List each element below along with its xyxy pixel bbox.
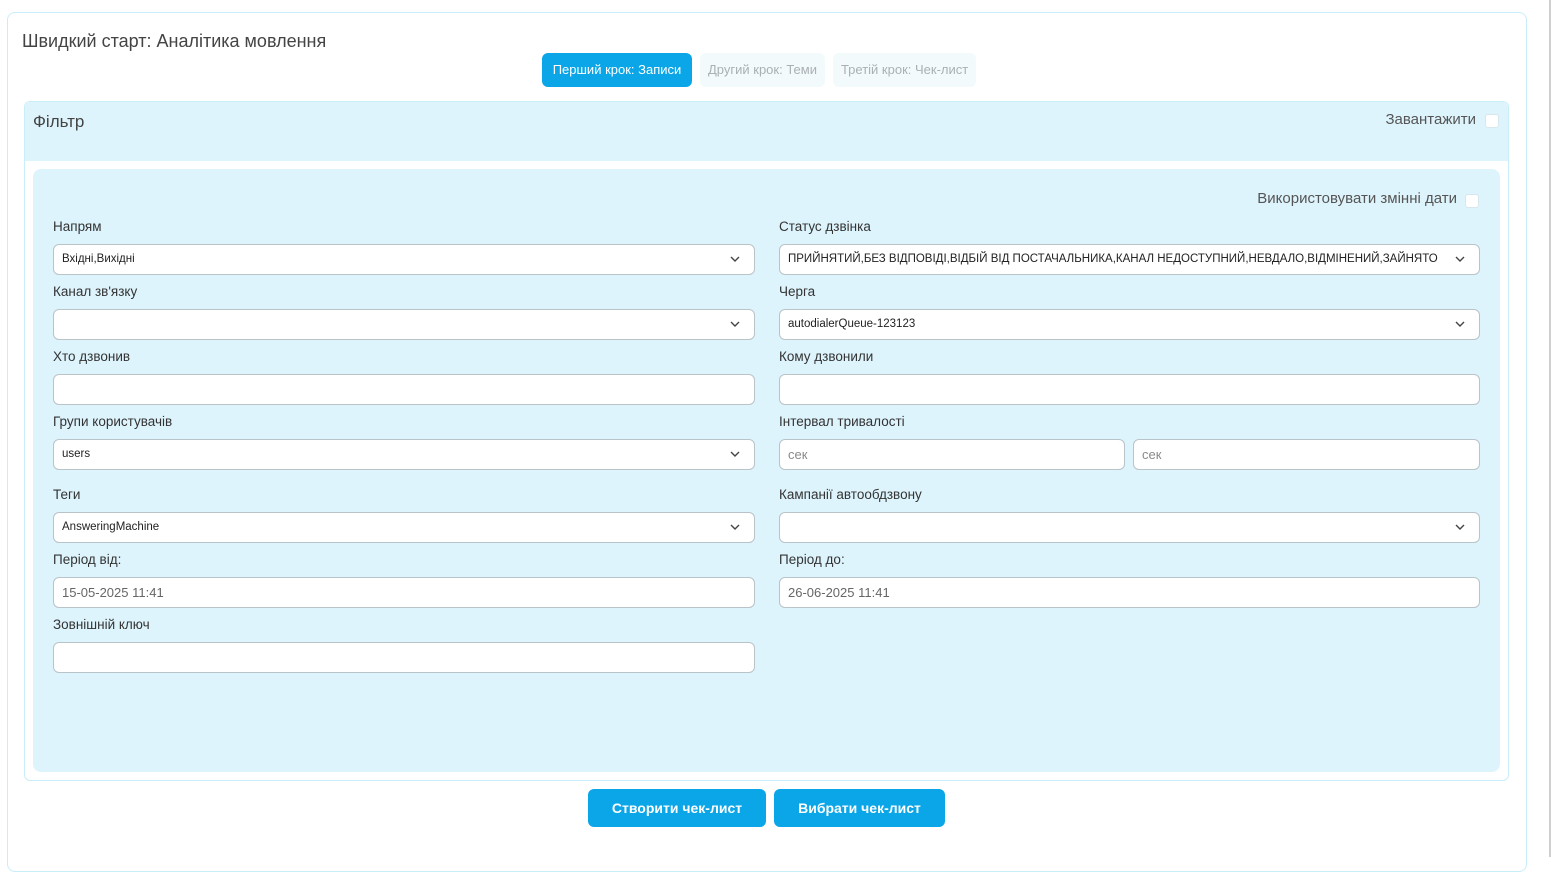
call-status-value: ПРИЙНЯТИЙ,БЕЗ ВІДПОВІДІ,ВІДБІЙ ВІД ПОСТА…: [788, 253, 1438, 265]
load-checkbox[interactable]: [1485, 114, 1499, 128]
step-topics-tab[interactable]: Другий крок: Теми: [700, 53, 825, 87]
use-dates-checkbox[interactable]: [1465, 194, 1479, 208]
period-to-label: Період до:: [779, 552, 845, 567]
queue-label: Черга: [779, 284, 816, 299]
duration-to-input[interactable]: сек: [1133, 439, 1480, 470]
external-key-label: Зовнішній ключ: [53, 617, 150, 632]
step-records-tab[interactable]: Перший крок: Записи: [542, 53, 692, 87]
duration-from-input[interactable]: сек: [779, 439, 1125, 470]
filter-header: Фільтр Завантажити: [25, 102, 1508, 161]
period-to-input[interactable]: 26-06-2025 11:41: [779, 577, 1480, 608]
user-groups-select[interactable]: users: [53, 439, 755, 470]
period-from-input[interactable]: 15-05-2025 11:41: [53, 577, 755, 608]
chevron-down-icon: [730, 451, 740, 457]
tags-value: AnsweringMachine: [62, 521, 160, 533]
direction-select[interactable]: Вхідні,Вихідні: [53, 244, 755, 275]
campaigns-label: Кампанії автообдзвону: [779, 487, 922, 502]
chevron-down-icon: [730, 524, 740, 530]
direction-label: Напрям: [53, 219, 102, 234]
user-groups-label: Групи користувачів: [53, 414, 173, 429]
page-title: Швидкий старт: Аналітика мовлення: [22, 31, 327, 51]
choose-checklist-button[interactable]: Вибрати чек-лист: [774, 789, 945, 827]
caller-input[interactable]: [53, 374, 755, 405]
caller-label: Хто дзвонив: [53, 349, 131, 364]
chevron-down-icon: [1455, 524, 1465, 530]
queue-select[interactable]: autodialerQueue-123123: [779, 309, 1480, 340]
tags-label: Теги: [53, 487, 81, 502]
tags-select[interactable]: AnsweringMachine: [53, 512, 755, 543]
create-checklist-button[interactable]: Створити чек-лист: [588, 789, 766, 827]
filter-title: Фільтр: [33, 112, 85, 131]
direction-value: Вхідні,Вихідні: [62, 253, 135, 265]
step-checklist-tab[interactable]: Третій крок: Чек-лист: [832, 53, 977, 87]
wizard-steps: Перший крок: Записи Другий крок: Теми Тр…: [542, 53, 977, 87]
filter-card: Фільтр Завантажити Використовувати змінн…: [24, 101, 1509, 781]
channel-select[interactable]: [53, 309, 755, 340]
call-status-select[interactable]: ПРИЙНЯТИЙ,БЕЗ ВІДПОВІДІ,ВІДБІЙ ВІД ПОСТА…: [779, 244, 1480, 275]
period-from-label: Період від:: [53, 552, 122, 567]
queue-value: autodialerQueue-123123: [788, 318, 916, 330]
user-groups-value: users: [62, 448, 91, 460]
duration-label: Інтервал тривалості: [779, 414, 905, 429]
filter-form: Використовувати змінні дати Напрям Вхідн…: [33, 169, 1500, 772]
chevron-down-icon: [1455, 321, 1465, 327]
campaigns-select[interactable]: [779, 512, 1480, 543]
chevron-down-icon: [730, 256, 740, 262]
chevron-down-icon: [1455, 256, 1465, 262]
use-dates-label: Використовувати змінні дати: [1257, 190, 1457, 207]
channel-label: Канал зв'язку: [53, 284, 138, 299]
callee-label: Кому дзвонили: [779, 349, 874, 364]
chevron-down-icon: [730, 321, 740, 327]
callee-input[interactable]: [779, 374, 1480, 405]
load-label: Завантажити: [1385, 111, 1476, 128]
external-key-input[interactable]: [53, 642, 755, 673]
call-status-label: Статус дзвінка: [779, 219, 871, 234]
